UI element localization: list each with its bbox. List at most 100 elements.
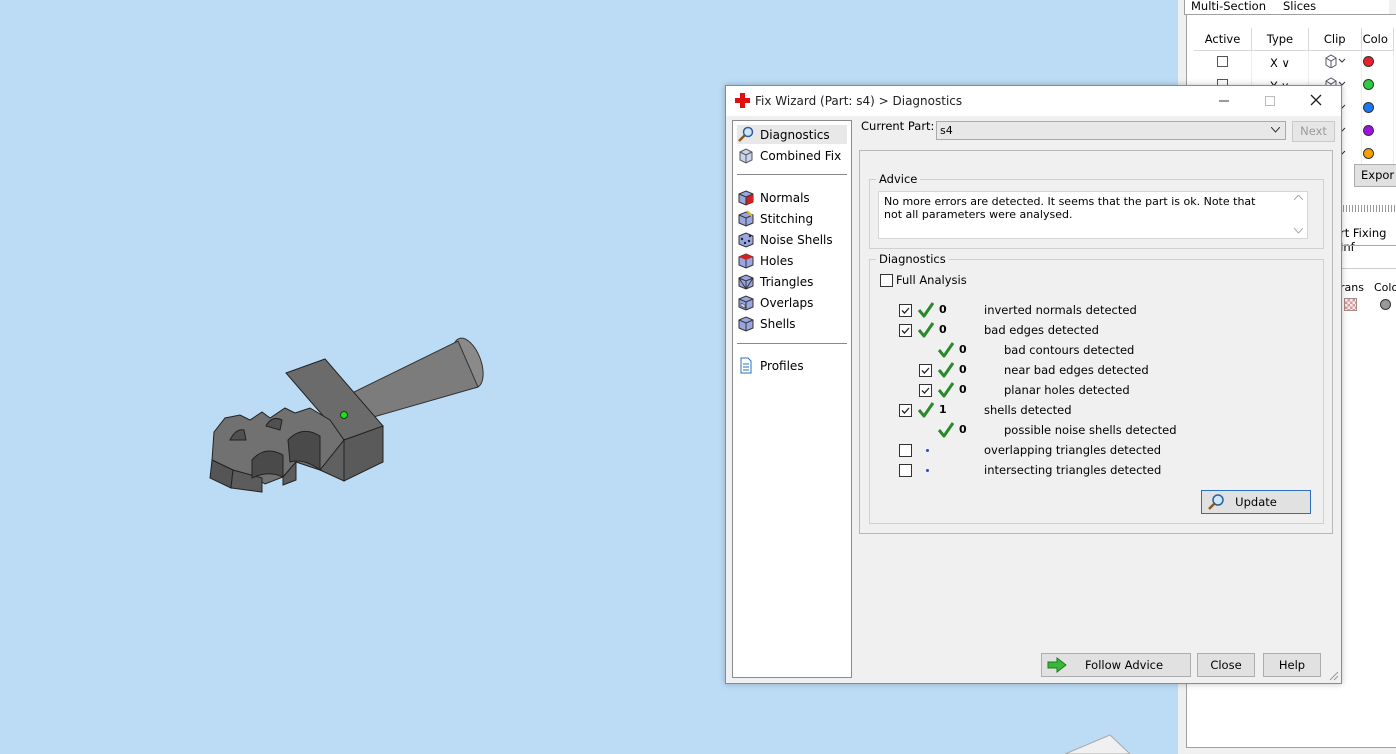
diagnostic-row: intersecting triangles detected — [870, 460, 1310, 480]
shells-cube-icon — [738, 316, 754, 332]
nav-label: Triangles — [760, 274, 814, 289]
nav-item-noise-shells[interactable]: Noise Shells — [737, 230, 847, 249]
tab-label: Multi-Section — [1191, 0, 1266, 13]
diagnostic-label: possible noise shells detected — [1004, 423, 1177, 437]
nav-item-normals[interactable]: Normals — [737, 188, 847, 207]
color-swatch[interactable] — [1362, 147, 1374, 159]
nav-label: Stitching — [760, 211, 814, 226]
green-check-icon — [937, 422, 955, 438]
diagnostic-row: 1 shells detected — [870, 400, 1310, 420]
color-cell[interactable] — [1361, 74, 1395, 97]
diagnostic-row: 0 near bad edges detected — [870, 360, 1310, 380]
color-swatch[interactable] — [1362, 78, 1374, 90]
triangles-cube-icon — [738, 274, 754, 290]
column-header: Colo — [1361, 28, 1395, 51]
green-check-icon — [917, 322, 935, 338]
diagnostic-count: 0 — [959, 343, 967, 356]
diagnostic-row: 0 bad contours detected — [870, 340, 1310, 360]
diagnostic-label: overlapping triangles detected — [984, 443, 1162, 457]
scroll-down-icon[interactable] — [1294, 228, 1303, 234]
diagnostic-checkbox[interactable] — [899, 464, 912, 477]
diagnostic-checkbox[interactable] — [899, 444, 912, 457]
maximize-button[interactable] — [1247, 86, 1293, 116]
nav-item-triangles[interactable]: Triangles — [737, 272, 847, 291]
current-part-value: s4 — [940, 124, 953, 137]
diagnostic-label: shells detected — [984, 403, 1072, 417]
clip-cell[interactable] — [1308, 50, 1362, 74]
clip-box-icon — [1325, 54, 1346, 69]
color-header: Colo — [1374, 281, 1396, 294]
active-checkbox[interactable] — [1217, 55, 1229, 67]
column-header: Active — [1194, 28, 1253, 51]
active-cell[interactable] — [1194, 50, 1253, 74]
nav-item-diagnostics[interactable]: Diagnostics — [737, 125, 847, 144]
diagnostic-checkbox[interactable] — [919, 364, 932, 377]
follow-advice-button[interactable]: Follow Advice — [1041, 653, 1191, 677]
update-label: Update — [1235, 495, 1277, 509]
nav-item-profiles[interactable]: Profiles — [737, 356, 847, 375]
export-button[interactable]: Expor — [1354, 164, 1396, 187]
export-label: Expor — [1361, 168, 1395, 182]
divider — [1340, 245, 1396, 246]
minimize-button[interactable] — [1201, 86, 1247, 116]
diagnostic-count: 0 — [939, 323, 947, 336]
fixing-info-tab[interactable]: rt Fixing Inf — [1340, 226, 1396, 254]
diagnostics-group: Diagnostics Full Analysis 0 inverted norm… — [869, 252, 1324, 524]
color-swatch[interactable] — [1362, 101, 1374, 113]
noise-shells-cube-icon — [738, 232, 754, 248]
title-bar[interactable]: Fix Wizard (Part: s4) > Diagnostics — [726, 86, 1341, 116]
color-swatch[interactable] — [1362, 124, 1374, 136]
color-swatch[interactable] — [1380, 299, 1391, 310]
diagnostic-label: bad edges detected — [984, 323, 1099, 337]
full-analysis-checkbox[interactable] — [880, 274, 893, 287]
diagnostic-row: overlapping triangles detected — [870, 440, 1310, 460]
transparency-icon[interactable] — [1344, 298, 1357, 311]
diagnostic-checkbox[interactable] — [899, 304, 912, 317]
nav-item-shells[interactable]: Shells — [737, 314, 847, 333]
stitching-cube-icon — [738, 210, 754, 227]
nav-item-stitching[interactable]: Stitching — [737, 209, 847, 228]
diagnostic-label: near bad edges detected — [1004, 363, 1149, 377]
green-check-icon — [937, 362, 955, 378]
column-header: Type — [1251, 28, 1309, 51]
nav-label: Holes — [760, 253, 794, 268]
next-label: Next — [1300, 124, 1327, 138]
nav-item-overlaps[interactable]: Overlaps — [737, 293, 847, 312]
help-button[interactable]: Help — [1263, 653, 1321, 677]
diagnostic-count: 0 — [959, 383, 967, 396]
close-button[interactable]: Close — [1197, 653, 1255, 677]
advice-group: Advice No more errors are detected. It s… — [869, 172, 1324, 249]
nav-item-combined-fix[interactable]: Combined Fix — [737, 146, 847, 165]
current-part-select[interactable]: s4 — [936, 121, 1286, 140]
pending-dot-icon — [926, 449, 929, 452]
combined-fix-icon — [739, 148, 753, 164]
next-button[interactable]: Next — [1292, 121, 1335, 142]
color-cell[interactable] — [1361, 143, 1395, 166]
resize-grip-icon[interactable] — [1329, 671, 1339, 681]
full-analysis-label: Full Analysis — [896, 273, 967, 287]
nav-label: Profiles — [760, 358, 804, 373]
diagnostic-checkbox[interactable] — [899, 324, 912, 337]
diagnostic-label: inverted normals detected — [984, 303, 1137, 317]
diagnostic-checkbox[interactable] — [899, 404, 912, 417]
close-window-button[interactable] — [1293, 86, 1339, 116]
color-cell[interactable] — [1361, 50, 1395, 74]
tab-slices[interactable]: Slices — [1277, 0, 1389, 15]
advice-text: No more errors are detected. It seems th… — [884, 195, 1256, 221]
color-cell[interactable] — [1361, 97, 1395, 120]
trans-header: rans — [1340, 281, 1364, 294]
splitter-grip[interactable] — [1340, 205, 1396, 212]
diagnostic-count: 0 — [959, 363, 967, 376]
tab-label: rt Fixing Inf — [1340, 226, 1387, 254]
advice-title: Advice — [876, 172, 921, 186]
diagnostic-checkbox[interactable] — [919, 384, 932, 397]
nav-item-holes[interactable]: Holes — [737, 251, 847, 270]
green-check-icon — [937, 382, 955, 398]
color-swatch[interactable] — [1362, 55, 1374, 67]
update-button[interactable]: Update — [1201, 490, 1311, 514]
scroll-up-icon[interactable] — [1294, 195, 1303, 201]
color-cell[interactable] — [1361, 120, 1395, 143]
tab-multi-section[interactable]: Multi-Section — [1184, 0, 1284, 15]
type-cell[interactable]: X ∨ — [1251, 50, 1309, 74]
full-analysis-option[interactable]: Full Analysis — [870, 270, 1310, 290]
